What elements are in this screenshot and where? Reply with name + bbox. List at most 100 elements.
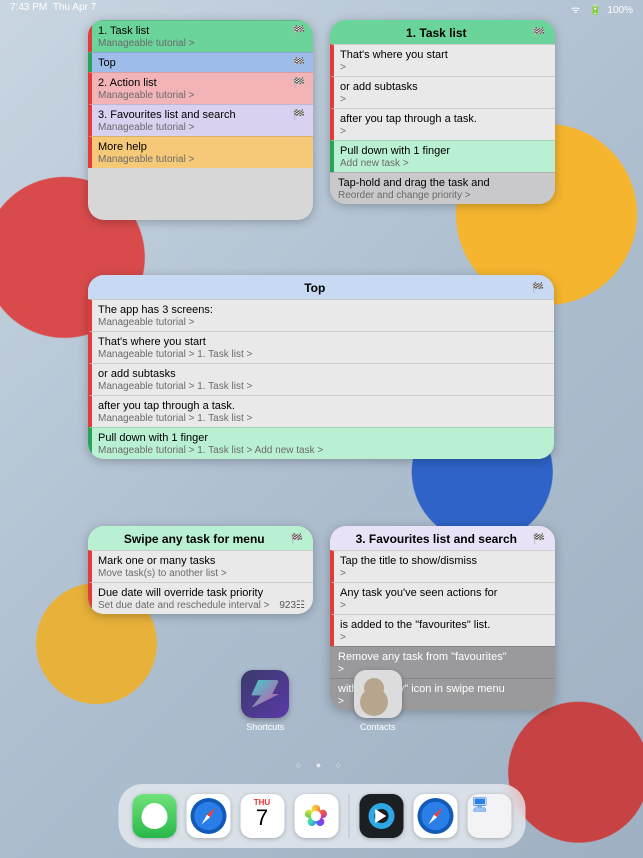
flag-icon: 🏁 [291,534,303,545]
item-title: after you tap through a task. [98,400,546,412]
page-indicator[interactable]: ○ ● ○ [0,760,643,770]
dock-messages[interactable] [132,794,176,838]
dock-photos[interactable] [294,794,338,838]
dock-separator [348,794,349,838]
list-item[interactable]: That's where you startManageable tutoria… [88,331,554,363]
list-item[interactable]: or add subtasks> [330,76,555,108]
item-title: Top [98,57,305,69]
widget-task-list-detail[interactable]: 1. Task list 🏁 That's where you start>or… [330,20,555,204]
item-subtitle: Set due date and reschedule interval > [98,600,305,611]
item-title: Pull down with 1 finger [340,145,547,157]
list-item[interactable]: after you tap through a task.> [330,108,555,140]
dock-recent-3[interactable] [467,794,511,838]
app-label: Shortcuts [241,722,289,732]
item-title: is added to the "favourites" list. [340,619,547,631]
battery-pct: 100% [607,5,633,16]
battery-icon: 🔋 [589,5,601,16]
flag-icon: 🏁 [293,58,305,69]
list-item[interactable]: after you tap through a task.Manageable … [88,395,554,427]
list-item[interactable]: 1. Task listManageable tutorial >🏁 [88,20,313,52]
item-title: or add subtasks [340,81,547,93]
flag-icon: 🏁 [293,78,305,89]
widget-task-list-summary[interactable]: 1. Task listManageable tutorial >🏁Top🏁2.… [88,20,313,220]
list-item[interactable]: Any task you've seen actions for> [330,582,555,614]
item-subtitle: Move task(s) to another list > [98,568,305,579]
list-item[interactable]: Tap-hold and drag the task andReorder an… [330,172,555,204]
item-title: More help [98,141,305,153]
status-date: Thu Apr 7 [53,2,96,13]
list-item[interactable]: 3. Favourites list and searchManageable … [88,104,313,136]
home-apps: Shortcuts Contacts [0,670,643,732]
item-title: That's where you start [340,49,547,61]
widget-header: Top 🏁 [88,275,554,299]
dock-calendar[interactable]: THU 7 [240,794,284,838]
item-subtitle: > [340,62,547,73]
widget-title: 3. Favourites list and search [340,532,533,546]
item-subtitle: Reorder and change priority > [338,190,547,201]
item-title: or add subtasks [98,368,546,380]
app-label: Contacts [354,722,402,732]
widget-swipe-menu[interactable]: Swipe any task for menu 🏁 Mark one or ma… [88,526,313,614]
item-title: 3. Favourites list and search [98,109,305,121]
flag-icon: 🏁 [293,110,305,121]
list-item[interactable]: The app has 3 screens:Manageable tutoria… [88,299,554,331]
item-subtitle: > [340,600,547,611]
status-bar: 7:43 PM Thu Apr 7 ᯤ 🔋 100% [0,0,643,18]
list-item[interactable]: or add subtasksManageable tutorial > 1. … [88,363,554,395]
item-title: 2. Action list [98,77,305,89]
item-subtitle: Manageable tutorial > [98,90,305,101]
widget-header: 1. Task list 🏁 [330,20,555,44]
item-title: Pull down with 1 finger [98,432,546,444]
widget-top[interactable]: Top 🏁 The app has 3 screens:Manageable t… [88,275,554,459]
flag-icon: 🏁 [532,283,544,294]
dock-recent-1[interactable] [359,794,403,838]
item-subtitle: Add new task > [340,158,547,169]
app-contacts[interactable]: Contacts [354,670,402,732]
flag-icon: 🏁 [533,28,545,39]
list-item[interactable]: 2. Action listManageable tutorial >🏁 [88,72,313,104]
list-item[interactable]: Pull down with 1 fingerManageable tutori… [88,427,554,459]
item-subtitle: Manageable tutorial > 1. Task list > [98,413,546,424]
widget-title: 1. Task list [340,26,533,40]
item-subtitle: Manageable tutorial > [98,38,305,49]
item-title: Mark one or many tasks [98,555,305,567]
flag-icon: 🏁 [533,534,545,545]
item-subtitle: > [340,632,547,643]
item-subtitle: Manageable tutorial > [98,317,546,328]
item-title: Any task you've seen actions for [340,587,547,599]
app-shortcuts[interactable]: Shortcuts [241,670,289,732]
list-item[interactable]: Top🏁 [88,52,313,72]
item-title: The app has 3 screens: [98,304,546,316]
flag-icon: 🏁 [293,26,305,37]
contacts-icon [354,670,402,718]
item-title: 1. Task list [98,25,305,37]
item-subtitle: Manageable tutorial > 1. Task list > [98,381,546,392]
item-subtitle: Manageable tutorial > 1. Task list > [98,349,546,360]
item-subtitle: > [340,568,547,579]
item-note: 923☷ [279,600,305,611]
list-item[interactable]: Tap the title to show/dismiss> [330,550,555,582]
list-item[interactable]: Mark one or many tasksMove task(s) to an… [88,550,313,582]
status-time: 7:43 PM [10,2,47,13]
item-subtitle: Manageable tutorial > [98,154,305,165]
list-item[interactable]: is added to the "favourites" list.> [330,614,555,646]
list-item[interactable]: That's where you start> [330,44,555,76]
widget-header: Swipe any task for menu 🏁 [88,526,313,550]
wifi-icon: ᯤ [571,5,580,16]
list-item[interactable]: Pull down with 1 fingerAdd new task > [330,140,555,172]
list-item[interactable]: Due date will override task prioritySet … [88,582,313,614]
item-title: after you tap through a task. [340,113,547,125]
dock-safari[interactable] [186,794,230,838]
widget-title: Swipe any task for menu [98,532,291,546]
dock-recent-2[interactable] [413,794,457,838]
calendar-day: 7 [240,807,284,829]
item-title: Due date will override task priority [98,587,305,599]
widget-header: 3. Favourites list and search 🏁 [330,526,555,550]
widget-title: Top [98,281,532,295]
item-subtitle: > [340,126,547,137]
list-item[interactable]: More helpManageable tutorial > [88,136,313,168]
item-title: Tap-hold and drag the task and [338,177,547,189]
item-subtitle: > [340,94,547,105]
item-subtitle: Manageable tutorial > [98,122,305,133]
shortcuts-icon [241,670,289,718]
